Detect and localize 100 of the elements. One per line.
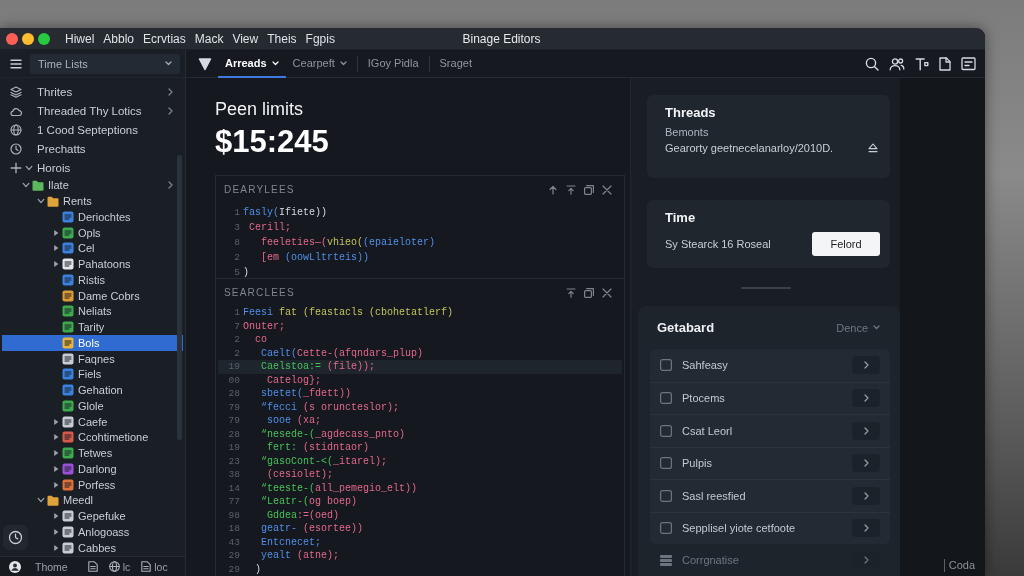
close-window-icon[interactable] — [6, 32, 18, 45]
caret-icon[interactable] — [52, 480, 60, 489]
tree-item[interactable]: Rents — [2, 193, 183, 209]
globe-icon[interactable] — [108, 561, 120, 572]
checkbox[interactable] — [660, 522, 672, 535]
tree-item[interactable]: Meedl — [2, 492, 183, 509]
caret-icon[interactable] — [52, 543, 60, 552]
tree-item[interactable]: Cel — [2, 240, 183, 257]
caret-icon[interactable] — [37, 197, 45, 206]
document-icon[interactable] — [939, 56, 951, 71]
menu-item[interactable]: Theis — [267, 31, 297, 46]
tab[interactable]: Arreads — [218, 50, 286, 78]
checkbox[interactable] — [660, 489, 672, 502]
checkbox[interactable] — [660, 359, 672, 372]
caret-icon[interactable] — [52, 260, 60, 269]
caret-icon[interactable] — [52, 527, 60, 536]
menu-item[interactable]: Hiwel — [65, 31, 95, 46]
line-number: 14 — [227, 482, 241, 494]
tree-item[interactable]: Dame Cobrs — [2, 287, 183, 304]
caret-icon[interactable] — [52, 417, 60, 426]
document-icon[interactable] — [87, 561, 98, 572]
tree-item[interactable]: Thrites — [2, 82, 183, 102]
line-number: 2 — [233, 347, 241, 359]
tree-item[interactable]: Ristis — [2, 272, 183, 288]
tree-item[interactable]: Faqnes — [2, 350, 183, 367]
caret-icon[interactable] — [52, 449, 60, 458]
tree-item[interactable]: Threaded Thy Lotics — [2, 101, 183, 121]
tree-item[interactable]: Anlogoass — [2, 524, 183, 540]
menu-item[interactable]: View — [232, 31, 259, 46]
tree-item[interactable]: Fiels — [2, 366, 183, 383]
tree-item[interactable]: Tarity — [2, 319, 183, 335]
list-dropdown[interactable]: Time Lists — [30, 53, 180, 74]
checkbox[interactable] — [660, 392, 672, 405]
triangle-icon[interactable] — [198, 56, 212, 71]
caret-icon[interactable] — [165, 61, 172, 66]
action-button[interactable]: Felord — [812, 232, 880, 256]
item-label: Corrgnatise — [682, 554, 739, 566]
zoom-window-icon[interactable] — [38, 32, 50, 45]
caret-icon[interactable] — [52, 244, 60, 253]
tree-item[interactable]: Darlong — [2, 461, 183, 477]
menu-item[interactable]: Mack — [194, 31, 224, 46]
panel-title: SEARCLEES — [224, 287, 295, 298]
amount-value: $15:245 — [215, 125, 329, 159]
tree-item[interactable]: Glole — [2, 398, 183, 414]
tree-item[interactable]: Deriochtes — [2, 209, 183, 225]
tree-item[interactable]: 1 Cood Septeptions — [2, 120, 183, 140]
tree-item[interactable]: Ccohtimetione — [2, 429, 183, 446]
window-icon[interactable] — [961, 56, 976, 71]
tree-item[interactable]: Horois — [2, 158, 183, 178]
avatar-icon[interactable] — [9, 560, 21, 573]
item-label: Sahfeasy — [682, 359, 728, 372]
copy-icon[interactable] — [584, 184, 594, 195]
document-icon[interactable] — [141, 561, 152, 572]
tree-item[interactable]: Gehation — [2, 382, 183, 398]
caret-icon[interactable] — [25, 164, 33, 172]
filter-dropdown[interactable]: Dence — [836, 321, 880, 334]
caret-icon[interactable] — [52, 228, 60, 237]
caret-icon[interactable] — [339, 60, 347, 66]
layers-icon — [10, 86, 22, 98]
search-icon[interactable] — [865, 56, 879, 71]
checkbox[interactable] — [660, 424, 672, 437]
menu-item[interactable]: Ecrvtias — [143, 31, 186, 46]
tree-item[interactable]: Porfess — [2, 476, 183, 493]
copy-icon[interactable] — [584, 287, 594, 298]
tree-item[interactable]: Cabbes — [2, 539, 183, 556]
people-icon[interactable] — [889, 56, 905, 71]
tree-item[interactable]: Ilate — [2, 177, 183, 194]
text-format-icon[interactable] — [915, 56, 929, 71]
close-icon[interactable] — [602, 287, 612, 298]
arrow-up-icon[interactable] — [548, 184, 558, 195]
line-number: 5 — [233, 267, 241, 278]
tree-item[interactable]: Bols — [2, 335, 183, 351]
minimize-window-icon[interactable] — [22, 32, 34, 45]
caret-icon[interactable] — [52, 464, 60, 473]
caret-icon[interactable] — [52, 512, 60, 521]
close-icon[interactable] — [602, 184, 612, 195]
caret-icon[interactable] — [37, 496, 45, 505]
tab[interactable]: Sraget — [432, 50, 479, 78]
caret-icon[interactable] — [52, 433, 60, 442]
line-number: 77 — [227, 496, 241, 508]
eject-icon[interactable] — [868, 143, 878, 153]
tab[interactable]: Cearpeft — [285, 50, 354, 78]
tree-item[interactable]: Opls — [2, 224, 183, 241]
menu-icon[interactable] — [10, 58, 22, 69]
tree-item[interactable]: Neliats — [2, 303, 183, 320]
scrollbar-thumb[interactable] — [177, 155, 182, 440]
tree-item[interactable]: Prechatts — [2, 139, 183, 159]
resize-handle[interactable] — [740, 287, 791, 289]
align-top-icon[interactable] — [566, 287, 576, 298]
caret-icon[interactable] — [22, 181, 30, 190]
tab[interactable]: IGoy Pidla — [360, 50, 426, 78]
tree-item[interactable]: Tetwes — [2, 445, 183, 461]
tree-item[interactable]: Caefe — [2, 413, 183, 430]
tree-item[interactable]: Pahatoons — [2, 256, 183, 272]
menu-item[interactable]: Fgpis — [305, 31, 335, 46]
checkbox[interactable] — [660, 457, 672, 470]
clock-icon[interactable] — [3, 525, 28, 550]
align-top-icon[interactable] — [566, 184, 576, 195]
menu-item[interactable]: Abblo — [103, 31, 135, 46]
tree-item[interactable]: Gepefuke — [2, 508, 183, 524]
